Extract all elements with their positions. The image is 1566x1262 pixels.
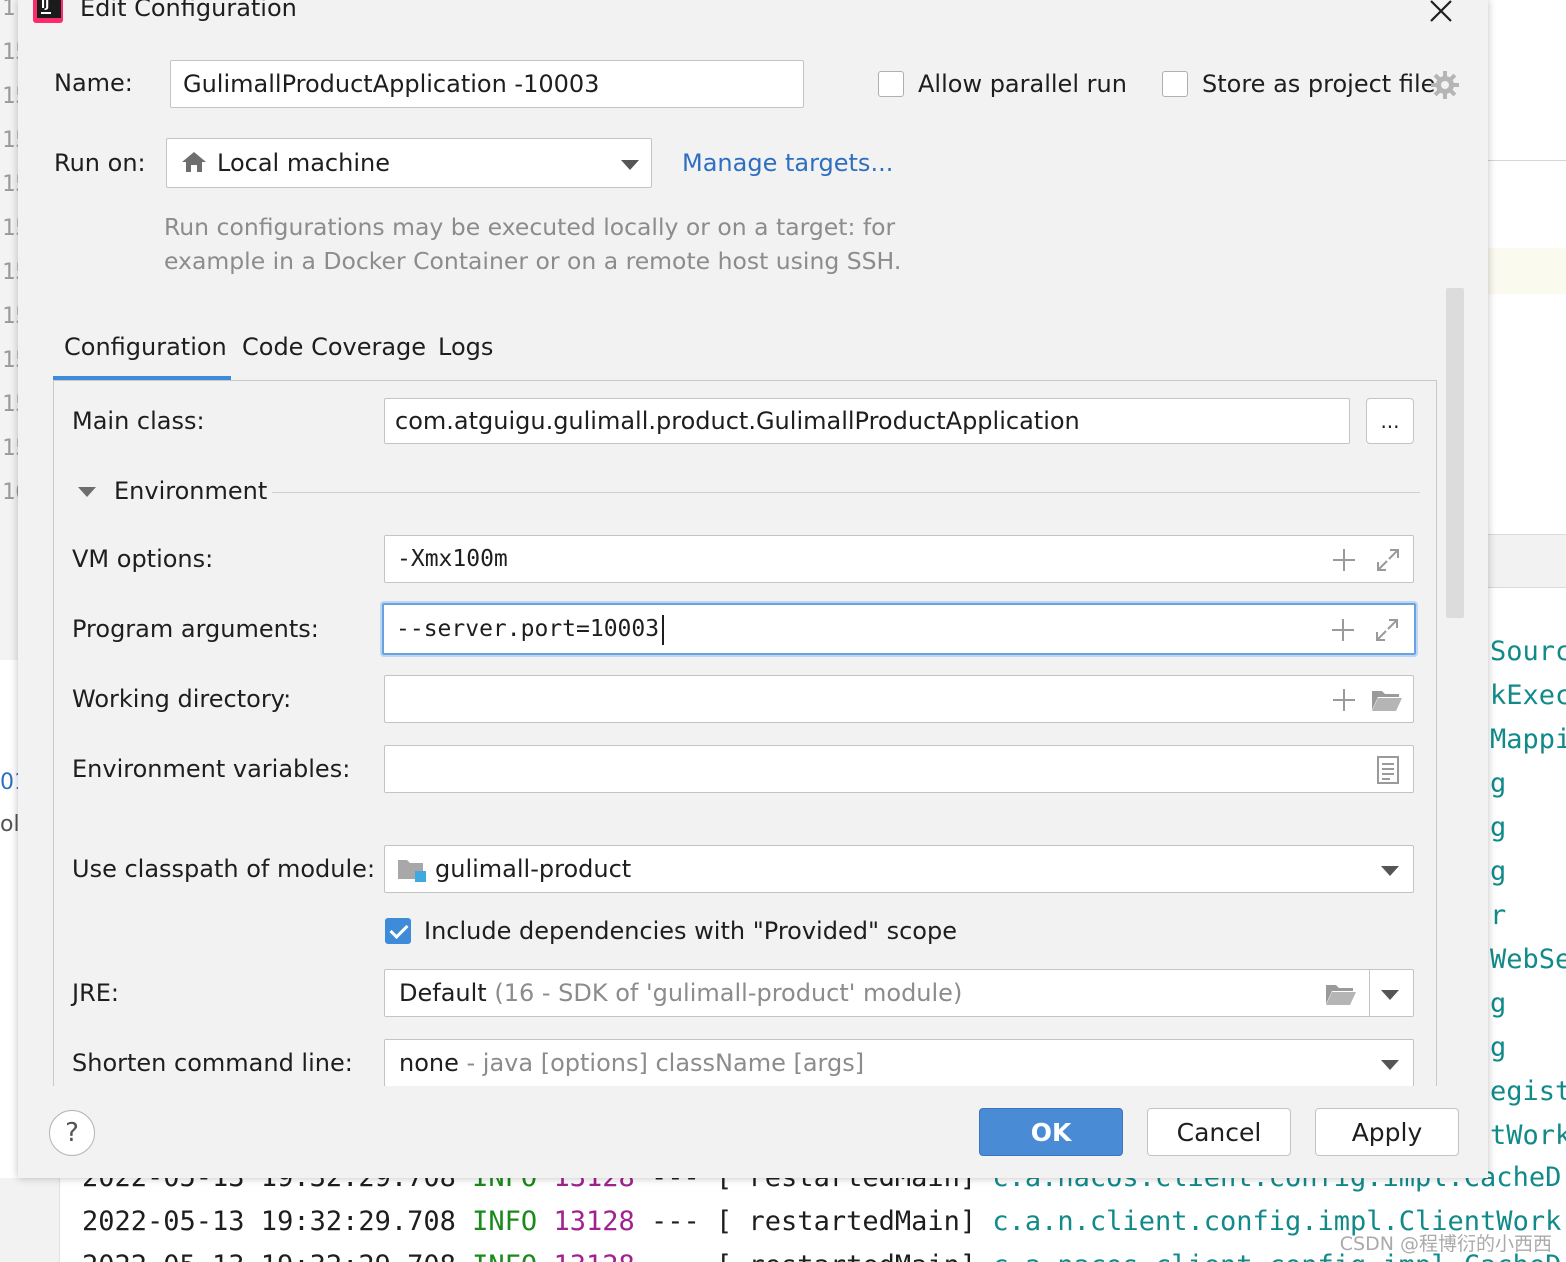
apply-button[interactable]: Apply [1315,1108,1459,1156]
expand-icon[interactable] [1374,617,1400,643]
tab-configuration[interactable]: Configuration [64,333,227,361]
working-directory-label: Working directory: [72,685,292,713]
program-arguments-label: Program arguments: [72,615,319,643]
main-class-field[interactable]: com.atguigu.gulimall.product.GulimallPro… [384,398,1350,444]
name-label: Name: [54,69,133,97]
cancel-button[interactable]: Cancel [1147,1108,1291,1156]
log-snippet: g [1490,812,1507,843]
manage-targets-link[interactable]: Manage targets... [682,149,893,177]
include-dependencies-label: Include dependencies with "Provided" sco… [424,917,957,945]
log-snippet: Mappi [1490,724,1566,755]
shorten-detail: - java [options] className [args] [466,1049,865,1077]
log-snippet: g [1490,988,1507,1019]
collapse-arrow-icon[interactable] [78,487,96,497]
shorten-value: none [399,1049,459,1077]
store-project-label: Store as project file [1202,70,1436,98]
classpath-module-select[interactable]: gulimall-product [384,845,1414,893]
select-divider [1369,970,1370,1016]
close-icon[interactable] [1428,0,1454,24]
configuration-panel: Main class: com.atguigu.gulimall.product… [53,380,1437,1086]
svg-text:IJ: IJ [41,0,49,11]
include-dependencies-checkbox[interactable] [385,918,411,944]
gear-icon[interactable] [1430,70,1460,100]
log-snippet: g [1490,768,1507,799]
run-on-hint: Run configurations may be executed local… [164,213,896,241]
working-directory-field[interactable] [384,675,1414,723]
main-class-label: Main class: [72,407,205,435]
log-snippet: tWork [1490,1120,1566,1151]
log-snippet: egist [1490,1076,1566,1107]
add-icon[interactable] [1332,619,1354,641]
folder-icon[interactable] [1371,688,1403,712]
shorten-command-line-select[interactable]: none - java [options] className [args] [384,1039,1414,1086]
chevron-down-icon [621,160,639,170]
home-icon [181,150,207,174]
log-snippet: g [1490,1032,1507,1063]
chevron-down-icon[interactable] [1381,990,1399,1000]
vm-options-label: VM options: [72,545,214,573]
section-divider [272,492,1420,493]
folder-icon[interactable] [1325,982,1357,1006]
dialog-title: Edit Configuration [80,0,297,22]
jre-detail: (16 - SDK of 'gulimall-product' module) [494,979,963,1007]
add-icon[interactable] [1333,689,1355,711]
scrollbar-thumb[interactable] [1446,288,1464,618]
log-snippet: kExec [1490,680,1566,711]
run-on-label: Run on: [54,149,146,177]
expand-icon[interactable] [1375,547,1401,573]
watermark: CSDN @程博衍的小西西 [1339,1233,1552,1255]
environment-variables-field[interactable] [384,745,1414,793]
program-arguments-field[interactable]: --server.port=10003 [382,603,1416,655]
chevron-down-icon [1381,866,1399,876]
log-snippet: g [1490,856,1507,887]
tab-logs[interactable]: Logs [438,333,493,361]
environment-variables-label: Environment variables: [72,755,351,783]
chevron-down-icon [1381,1060,1399,1070]
allow-parallel-checkbox[interactable] [878,71,904,97]
jre-select[interactable]: Default (16 - SDK of 'gulimall-product' … [384,969,1414,1017]
jre-value: Default [399,979,487,1007]
environment-section-title[interactable]: Environment [114,477,267,505]
jre-label: JRE: [72,979,120,1007]
log-snippet: Sourc [1490,636,1566,667]
tab-code-coverage[interactable]: Code Coverage [242,333,426,361]
edit-configuration-dialog: IJ Edit Configuration Name: GulimallProd… [18,0,1488,1178]
document-icon[interactable] [1377,756,1399,784]
log-snippet: r [1490,900,1507,931]
vm-options-field[interactable]: -Xmx100m [384,535,1414,583]
editor-gutter: 1 15 15 15 15 15 15 15 15 15 15 16 [0,0,29,660]
module-folder-icon [397,857,427,883]
shorten-command-line-label: Shorten command line: [72,1049,353,1077]
text-cursor [662,615,664,645]
browse-main-class-button[interactable]: ... [1366,398,1414,444]
name-field[interactable]: GulimallProductApplication -10003 [170,60,804,108]
help-button[interactable]: ? [49,1110,95,1156]
store-project-checkbox[interactable] [1162,71,1188,97]
ok-button[interactable]: OK [979,1108,1123,1156]
log-snippet: WebSe [1490,944,1566,975]
add-icon[interactable] [1333,549,1355,571]
console-output: 2022-05-13 19:32:29.708 INFO 13128 --- [… [0,1162,1566,1262]
classpath-module-label: Use classpath of module: [72,855,376,883]
run-on-select[interactable]: Local machine [166,138,652,188]
allow-parallel-label: Allow parallel run [918,70,1127,98]
intellij-logo-icon: IJ [32,0,64,24]
run-on-hint: example in a Docker Container or on a re… [164,247,902,275]
line-number: 1 [2,0,16,21]
